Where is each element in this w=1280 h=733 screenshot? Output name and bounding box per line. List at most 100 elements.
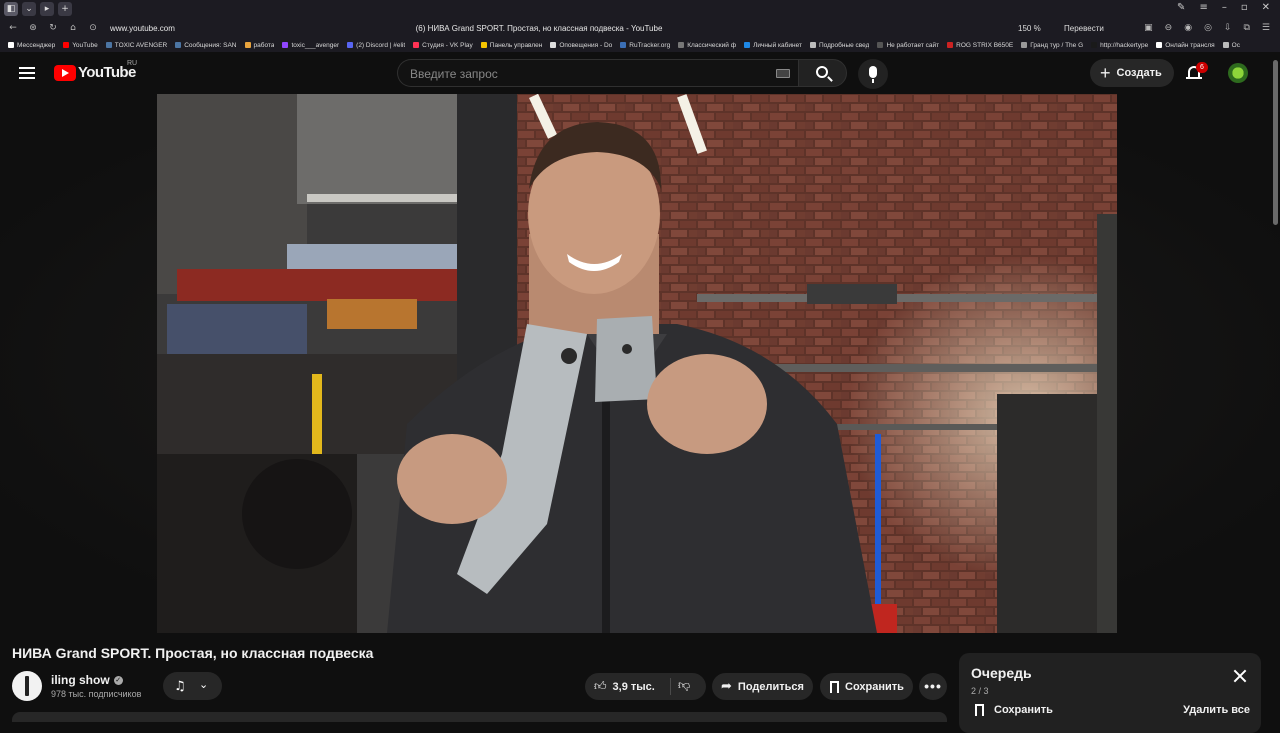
notification-badge: 6 — [1196, 62, 1208, 73]
share-icon: ➦ — [721, 679, 732, 694]
bell-icon: ♫ — [174, 679, 186, 694]
more-actions-button[interactable]: ••• — [919, 673, 947, 700]
channel-name-text[interactable]: iling show — [51, 673, 110, 687]
bookmark-item[interactable]: Сообщения: SAN — [175, 42, 237, 49]
bookmark-item[interactable]: Оповещения - Do — [550, 42, 612, 49]
maximize-button[interactable]: ▫ — [1241, 2, 1248, 13]
sidebar-toggle-icon[interactable]: ◧ — [4, 2, 18, 16]
minimize-button[interactable]: – — [1222, 2, 1227, 13]
bookmark-label: http://hackertype — [1100, 41, 1149, 49]
close-icon[interactable] — [1233, 669, 1247, 683]
bookmark-favicon-icon — [877, 42, 884, 48]
channel-avatar[interactable] — [12, 671, 42, 701]
bookmark-label: Гранд тур / The G — [1030, 41, 1084, 49]
description-box[interactable] — [12, 712, 947, 722]
create-button[interactable]: + Создать — [1090, 59, 1174, 87]
bookmark-item[interactable]: Личный кабинет — [744, 42, 802, 49]
bookmark-favicon-icon — [620, 42, 627, 48]
bookmark-item[interactable]: (2) Discord | #elit — [347, 42, 405, 49]
youtube-logo[interactable]: YouTube RU — [54, 60, 137, 81]
plus-icon: + — [1100, 63, 1111, 83]
pin-icon[interactable]: ✎ — [1177, 2, 1185, 13]
search-icon — [816, 66, 828, 78]
bookmark-favicon-icon — [550, 42, 557, 48]
search-button[interactable] — [798, 59, 847, 87]
tab-list-icon[interactable]: ≡ — [1199, 2, 1207, 13]
bookmark-label: Студия - VK Play — [422, 41, 473, 49]
bookmark-favicon-icon — [63, 42, 70, 48]
new-tab-button[interactable]: + — [58, 2, 72, 16]
dislike-icon[interactable]: 👎︎ — [678, 678, 690, 693]
bookmark-item[interactable]: YouTube — [63, 42, 98, 49]
bookmark-item[interactable]: toxic___avenger — [282, 42, 339, 49]
queue-save-label: Сохранить — [994, 704, 1053, 716]
search-input[interactable]: Введите запрос — [397, 59, 798, 87]
bookmark-label: Не работает сайт — [886, 41, 940, 49]
bookmark-favicon-icon — [175, 42, 182, 48]
subscriber-count: 978 тыс. подписчиков — [51, 689, 142, 699]
bookmark-item[interactable]: TOXIC AVENGER — [105, 42, 167, 49]
bookmark-item[interactable]: Классический ф — [678, 42, 736, 49]
zoom-level[interactable]: 150 % — [1018, 24, 1041, 33]
snapshot-icon[interactable]: ⧉ — [1243, 23, 1249, 33]
queue-save-button[interactable]: Сохранить — [975, 704, 1053, 716]
subscription-bell-button[interactable]: ♫ ⌄ — [163, 672, 222, 700]
queue-position: 2 / 3 — [971, 686, 989, 696]
bookmark-item[interactable]: Мессенджер — [8, 42, 55, 49]
share-button[interactable]: ➦ Поделиться — [712, 673, 813, 700]
queue-clear-button[interactable]: Удалить все — [1183, 704, 1250, 716]
bookmark-favicon-icon — [1091, 42, 1098, 48]
queue-panel: Очередь 2 / 3 Сохранить Удалить все — [959, 653, 1261, 733]
bookmark-item[interactable]: Студия - VK Play — [413, 42, 473, 49]
video-player[interactable] — [157, 94, 1117, 633]
share-label: Поделиться — [737, 680, 804, 693]
bookmark-item[interactable]: ROG STRIX B650E — [947, 42, 1013, 49]
voice-search-button[interactable] — [858, 59, 888, 89]
bookmark-item[interactable]: Онлайн трансля — [1156, 42, 1215, 49]
save-button[interactable]: Сохранить — [820, 673, 913, 700]
video-frame-illustration — [157, 94, 1117, 633]
bookmark-favicon-icon — [282, 42, 289, 48]
channel-name[interactable]: iling show ✓ — [51, 673, 123, 687]
bookmark-label: Личный кабинет — [753, 41, 802, 49]
keyboard-icon[interactable] — [776, 69, 790, 78]
bookmark-label: YouTube — [72, 41, 98, 49]
bookmark-item[interactable]: http://hackertype — [1091, 42, 1148, 49]
bookmark-item[interactable]: Панель управлен — [480, 42, 542, 49]
bookmark-item[interactable]: Гранд тур / The G — [1021, 42, 1083, 49]
bookmark-item[interactable]: Подробные свед — [809, 42, 869, 49]
page-scrollbar[interactable] — [1273, 60, 1278, 225]
guide-menu-icon[interactable] — [19, 67, 35, 79]
window-controls: ✎ ≡ – ▫ ✕ — [1177, 2, 1270, 13]
extension-icons: ▣ ⊖ ◉ ◎ ⇩ ⧉ ☰ — [1144, 23, 1270, 33]
translate-button[interactable]: Перевести — [1064, 24, 1104, 33]
like-icon[interactable]: 👍︎ — [594, 679, 607, 694]
queue-title: Очередь — [971, 665, 1032, 681]
download-icon[interactable]: ⇩ — [1224, 23, 1232, 33]
bookmark-label: RuTracker.org — [629, 41, 671, 49]
bookmark-icon — [975, 704, 984, 716]
wallet-icon[interactable]: ◎ — [1204, 23, 1212, 33]
address-bar: ← ⊛ ↻ ⌂ ⊙ www.youtube.com (6) НИВА Grand… — [0, 18, 1280, 38]
bookmark-label: (2) Discord | #elit — [356, 41, 406, 49]
youtube-header: YouTube RU Введите запрос + Создать 6 — [0, 52, 1280, 94]
youtube-tab[interactable]: ▸ — [40, 2, 54, 16]
bookmark-favicon-icon — [1222, 42, 1229, 48]
country-code: RU — [127, 60, 138, 67]
bookmark-favicon-icon — [8, 42, 14, 48]
bookmark-item[interactable]: RuTracker.org — [620, 42, 670, 49]
bookmark-item[interactable]: Не работает сайт — [877, 42, 939, 49]
like-count[interactable]: 3,9 тыс. — [613, 681, 655, 693]
extension-icon[interactable]: ▣ — [1144, 23, 1153, 33]
menu-icon[interactable]: ☰ — [1262, 23, 1270, 33]
bookmark-item[interactable]: Ос — [1222, 42, 1240, 49]
adblock-icon[interactable]: ⊖ — [1165, 23, 1173, 33]
bookmark-favicon-icon — [744, 42, 751, 48]
youtube-play-icon — [54, 64, 76, 81]
close-window-button[interactable]: ✕ — [1262, 2, 1270, 13]
bookmark-favicon-icon — [244, 42, 251, 48]
bookmark-item[interactable]: работа — [244, 42, 274, 49]
vpn-icon[interactable]: ◉ — [1184, 23, 1192, 33]
account-avatar[interactable] — [1228, 63, 1248, 83]
tab-menu-icon[interactable]: ⌄ — [22, 2, 36, 16]
